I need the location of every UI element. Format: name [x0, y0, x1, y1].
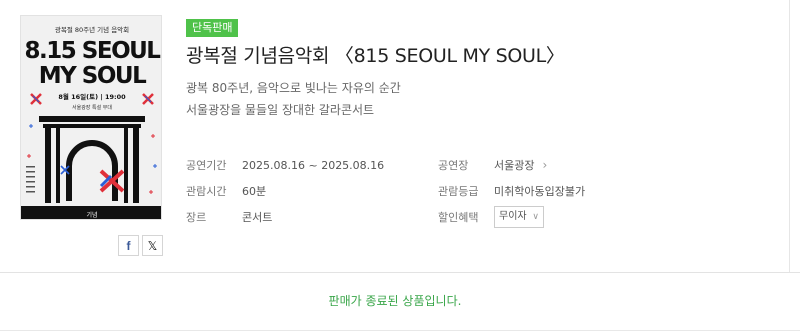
info-discount: 할인혜택: [438, 209, 494, 225]
rating-value: 미취학아동입장불가: [494, 185, 586, 198]
genre-value: 콘서트: [242, 211, 273, 224]
discount-select-value: 무이자: [499, 211, 527, 222]
discount-label: 할인혜택: [438, 211, 479, 224]
facebook-share-icon[interactable]: f: [118, 235, 139, 256]
chevron-down-icon: ∨: [532, 212, 539, 222]
section-divider: [0, 272, 800, 273]
subtitle-line-1: 광복 80주년, 음악으로 빛나는 자유의 순간: [186, 81, 401, 95]
sale-ended-message: 판매가 종료된 상품입니다.: [328, 294, 462, 308]
genre-label: 장르: [186, 211, 207, 224]
poster-bottom-tag: 기념: [86, 211, 97, 219]
x-share-icon[interactable]: 𝕏: [142, 235, 163, 256]
poster-title-line1: 8.15 SEOUL: [25, 38, 162, 64]
poster-venue-line: 서울광장 특설 무대: [72, 104, 112, 111]
runtime-label: 관람시간: [186, 185, 227, 198]
poster-image[interactable]: 광복절 80주년 기념 음악회 8.15 SEOUL MY SOUL 8월 16…: [20, 15, 162, 220]
venue-label: 공연장: [438, 159, 469, 172]
info-rating: 관람등급 미취학아동입장불가: [438, 183, 585, 199]
runtime-value: 60분: [242, 185, 267, 198]
info-venue: 공연장 서울광장 ›: [438, 157, 547, 173]
info-runtime: 관람시간 60분: [186, 183, 266, 199]
share-buttons: f 𝕏: [118, 235, 163, 256]
poster-date-line: 8월 16일(토) | 19:00: [58, 92, 126, 102]
discount-select[interactable]: 무이자 ∨: [494, 206, 544, 228]
info-period: 공연기간 2025.08.16 ~ 2025.08.16: [186, 157, 384, 173]
rating-label: 관람등급: [438, 185, 479, 198]
bottom-divider: [0, 330, 800, 331]
venue-link[interactable]: 서울광장: [494, 157, 534, 173]
period-label: 공연기간: [186, 159, 227, 172]
subtitle-line-2: 서울광장을 물들일 장대한 갈라콘서트: [186, 103, 375, 117]
product-title: 광복절 기념음악회 〈815 SEOUL MY SOUL〉: [186, 45, 565, 67]
chevron-right-icon[interactable]: ›: [542, 158, 547, 172]
exclusive-sale-badge: 단독판매: [186, 19, 239, 37]
poster-title-line2: MY SOUL: [39, 63, 147, 89]
product-card: 광복절 80주년 기념 음악회 8.15 SEOUL MY SOUL 8월 16…: [0, 0, 790, 272]
poster-top-text: 광복절 80주년 기념 음악회: [55, 25, 129, 34]
period-value: 2025.08.16 ~ 2025.08.16: [242, 159, 385, 172]
info-genre: 장르 콘서트: [186, 209, 272, 225]
product-subtitle: 광복 80주년, 음악으로 빛나는 자유의 순간 서울광장을 물들일 장대한 갈…: [186, 77, 401, 121]
